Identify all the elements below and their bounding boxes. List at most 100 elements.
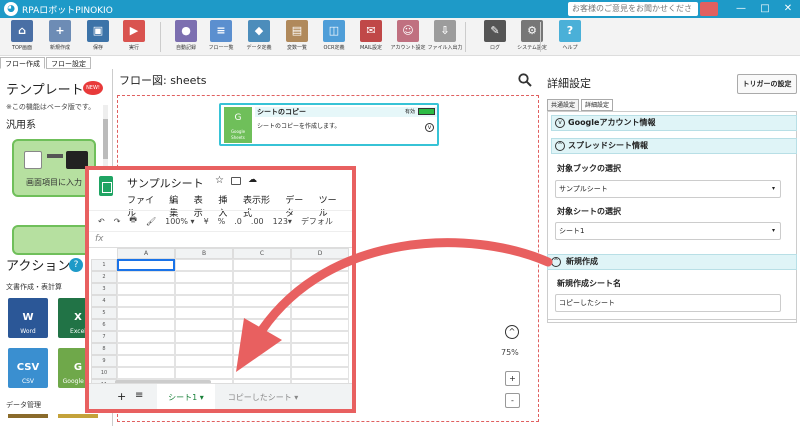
table-cell[interactable] — [117, 367, 175, 379]
row-header[interactable]: 3 — [91, 283, 117, 295]
column-header[interactable]: D — [291, 248, 349, 259]
table-cell[interactable] — [291, 259, 349, 271]
star-icon[interactable]: ☆ — [215, 175, 224, 186]
toolbar-button-8[interactable]: ◫ OCR定義 — [316, 20, 352, 54]
minimize-button[interactable]: — — [731, 2, 751, 16]
book-select[interactable]: サンプルシート ▾ — [555, 180, 781, 198]
column-header[interactable]: B — [175, 248, 233, 259]
sheet-select[interactable]: シート1 ▾ — [555, 222, 781, 240]
table-cell[interactable] — [291, 283, 349, 295]
table-cell[interactable] — [233, 307, 291, 319]
spreadsheet-tool[interactable]: ¥ — [204, 217, 209, 226]
table-cell[interactable] — [233, 319, 291, 331]
spreadsheet-tool[interactable]: 🖶 — [129, 214, 137, 228]
toolbar-button-7[interactable]: ▤ 変数一覧 — [279, 20, 315, 54]
feedback-link[interactable]: お客様のご意見をお聞かせください — [568, 2, 698, 27]
spreadsheet-tool[interactable]: 100% ▾ — [165, 217, 194, 226]
thumbs-down-icon[interactable] — [700, 2, 718, 16]
table-cell[interactable] — [233, 283, 291, 295]
row-header[interactable]: 2 — [91, 271, 117, 283]
search-icon[interactable] — [518, 73, 532, 87]
spreadsheet-tool[interactable]: .00 — [251, 217, 264, 226]
tab-common-settings[interactable]: 共通設定 — [547, 99, 580, 111]
table-cell[interactable] — [291, 319, 349, 331]
toolbar-button-0[interactable]: ⌂ TOP画面 — [4, 20, 40, 54]
row-header[interactable]: 6 — [91, 319, 117, 331]
action-csv[interactable]: CSV CSV — [8, 348, 48, 396]
tab-flow-settings[interactable]: フロー設定 — [46, 57, 91, 69]
table-cell[interactable] — [117, 331, 175, 343]
table-cell[interactable] — [233, 343, 291, 355]
table-cell[interactable] — [175, 271, 233, 283]
add-sheet-button[interactable]: + — [117, 390, 126, 403]
section-spreadsheet[interactable]: ^ スプレッドシート情報 — [551, 138, 797, 154]
close-button[interactable]: ✕ — [778, 2, 798, 16]
table-cell[interactable] — [175, 367, 233, 379]
toolbar-button-11[interactable]: ⇩ ファイル入出力 — [427, 20, 463, 54]
spreadsheet-tool[interactable]: % — [218, 217, 226, 226]
row-header[interactable]: 8 — [91, 343, 117, 355]
column-header[interactable]: C — [233, 248, 291, 259]
toolbar-button-5[interactable]: ≡ フロー一覧 — [203, 20, 239, 54]
new-sheet-name-input[interactable]: コピーしたシート — [555, 294, 781, 312]
folder-icon[interactable] — [231, 177, 241, 185]
table-cell[interactable] — [175, 343, 233, 355]
table-cell[interactable] — [233, 355, 291, 367]
table-cell[interactable] — [233, 331, 291, 343]
column-header[interactable]: A — [117, 248, 175, 259]
table-cell[interactable] — [291, 271, 349, 283]
table-cell[interactable] — [233, 295, 291, 307]
row-header[interactable]: 5 — [91, 307, 117, 319]
table-cell[interactable] — [117, 343, 175, 355]
sheet-tab-1[interactable]: シート1 ▾ — [157, 384, 215, 409]
chevron-down-icon[interactable]: v — [425, 123, 434, 132]
table-cell[interactable] — [233, 271, 291, 283]
formula-bar[interactable]: fx — [89, 232, 352, 248]
table-cell[interactable] — [291, 343, 349, 355]
tab-flow-create[interactable]: フロー作成 — [0, 57, 45, 69]
toolbar-button-3[interactable]: ▶ 実行 — [116, 20, 152, 54]
row-header[interactable]: 10 — [91, 367, 117, 379]
toolbar-button-10[interactable]: ☺ アカウント設定 — [390, 20, 426, 54]
table-cell[interactable] — [175, 355, 233, 367]
spreadsheet-tool[interactable]: デフォル — [301, 216, 333, 227]
table-cell[interactable] — [291, 295, 349, 307]
section-google-account[interactable]: v Googleアカウント情報 — [551, 115, 797, 131]
table-cell[interactable] — [233, 259, 291, 271]
table-cell[interactable] — [291, 331, 349, 343]
node-enabled-toggle[interactable] — [418, 108, 435, 115]
tab-detail-settings[interactable]: 詳細設定 — [581, 99, 614, 111]
table-cell[interactable] — [117, 355, 175, 367]
spreadsheet-tool[interactable]: 🖌 — [146, 217, 156, 226]
template-card-input[interactable]: 画面項目に入力 — [12, 139, 96, 197]
toolbar-button-1[interactable]: + 新規作成 — [42, 20, 78, 54]
selected-cell[interactable] — [117, 259, 175, 271]
table-cell[interactable] — [117, 307, 175, 319]
action-data-2[interactable] — [58, 414, 98, 418]
table-cell[interactable] — [175, 307, 233, 319]
sheet-tab-copied[interactable]: コピーしたシート ▾ — [220, 384, 306, 409]
spreadsheet-tool[interactable]: ↶ — [98, 217, 105, 226]
table-cell[interactable] — [175, 331, 233, 343]
table-cell[interactable] — [175, 259, 233, 271]
row-header[interactable]: 7 — [91, 331, 117, 343]
help-icon[interactable]: ? — [69, 258, 83, 272]
table-cell[interactable] — [117, 319, 175, 331]
template-card-2[interactable] — [12, 225, 96, 255]
table-cell[interactable] — [175, 295, 233, 307]
table-cell[interactable] — [291, 355, 349, 367]
flow-node-copy-sheet[interactable]: G Google Sheets シートのコピー 有効 シートのコピーを作成します… — [219, 103, 439, 146]
toolbar-button-9[interactable]: ✉ MAIL設定 — [353, 20, 389, 54]
spreadsheet-tool[interactable]: 123▾ — [273, 217, 292, 226]
toolbar-button-4[interactable]: ● 自動記録 — [168, 20, 204, 54]
spreadsheet-tool[interactable]: ↷ — [114, 217, 121, 226]
spreadsheet-tool[interactable]: .0 — [234, 217, 242, 226]
toolbar-button-2[interactable]: ▣ 保存 — [80, 20, 116, 54]
zoom-in-button[interactable]: + — [505, 371, 520, 386]
spreadsheet-title[interactable]: サンプルシート — [127, 175, 204, 191]
table-cell[interactable] — [117, 283, 175, 295]
toolbar-button-12[interactable]: ✎ ログ — [477, 20, 513, 54]
table-cell[interactable] — [291, 307, 349, 319]
toolbar-button-14[interactable]: ? ヘルプ — [552, 20, 588, 54]
maximize-button[interactable]: □ — [755, 2, 775, 16]
